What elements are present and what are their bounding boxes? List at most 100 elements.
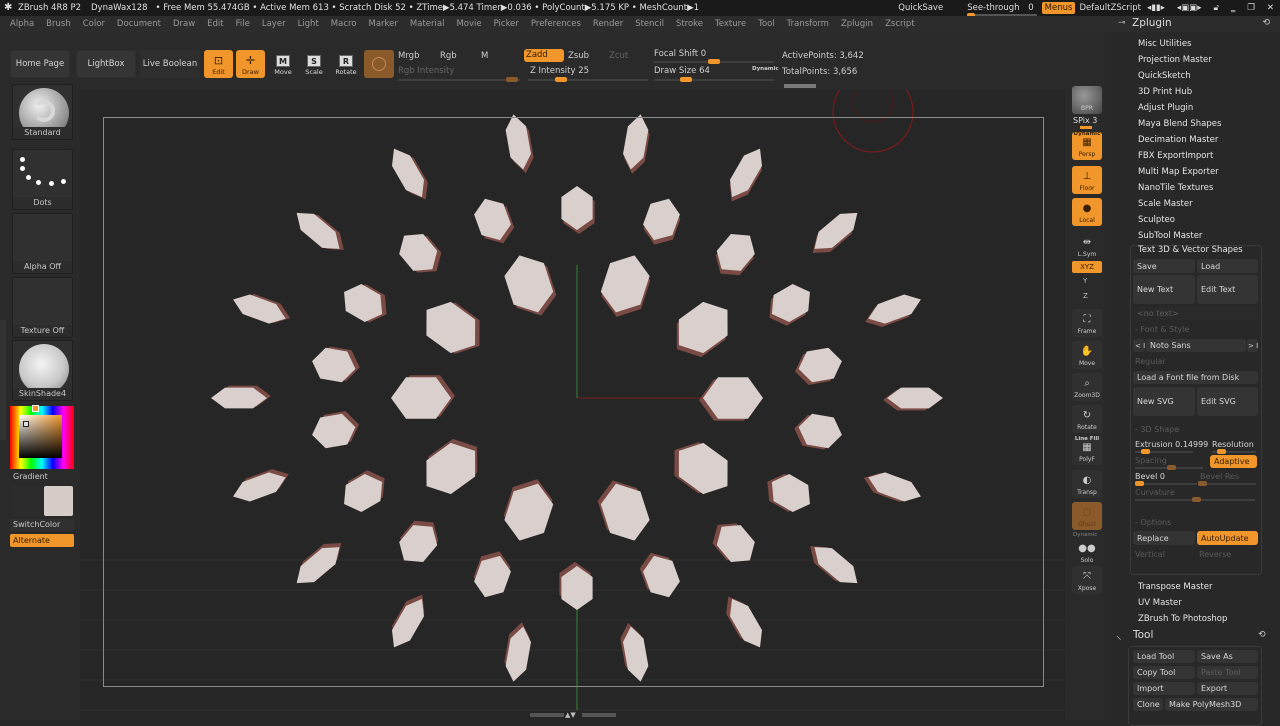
menu-stroke[interactable]: Stroke [676,19,703,29]
zcut-button[interactable]: Zcut [609,51,628,61]
export-button[interactable]: Export [1197,682,1258,695]
text3d-header[interactable]: Text 3D & Vector Shapes [1133,245,1261,258]
shelf-scrollbar[interactable] [784,84,816,88]
menu-zscript[interactable]: Zscript [885,19,915,29]
spacing-slider[interactable] [1135,465,1203,470]
menu-transform[interactable]: Transform [787,19,829,29]
draw-mode-button[interactable]: ✛ Draw [236,50,265,78]
restore-icon[interactable]: ❐ [1247,3,1255,13]
switchcolor-button[interactable]: SwitchColor [10,519,74,531]
menu-texture[interactable]: Texture [715,19,746,29]
font-style-section[interactable]: - Font & Style [1135,325,1189,334]
zplugin-item[interactable]: SubTool Master [1138,231,1202,241]
3d-shape-section[interactable]: - 3D Shape [1135,425,1179,434]
curvature-slider[interactable] [1135,497,1255,502]
menus-toggle[interactable]: Menus [1041,2,1076,14]
persp-button[interactable]: Dynamic ▦ Persp [1072,131,1102,160]
lightbox-button[interactable]: LightBox [76,50,136,78]
zplugin-item[interactable]: Projection Master [1138,55,1212,65]
xyz-button[interactable]: XYZ [1072,261,1102,273]
menu-edit[interactable]: Edit [207,19,223,29]
menu-marker[interactable]: Marker [369,19,398,29]
menu-zplugin[interactable]: Zplugin [841,19,873,29]
alternate-button[interactable]: Alternate [10,534,74,547]
material-selector[interactable]: SkinShade4 [12,340,73,401]
zplugin-item[interactable]: Sculpteo [1138,215,1175,225]
replace-toggle[interactable]: Replace [1133,531,1195,545]
zsub-button[interactable]: Zsub [568,51,589,61]
resolution-slider[interactable] [1212,449,1256,454]
font-prev-button[interactable]: < I [1133,339,1145,352]
bottom-tray-handle-right[interactable] [582,713,616,717]
menu-brush[interactable]: Brush [46,19,71,29]
m-button[interactable]: M [481,51,488,61]
dynamic-size-toggle[interactable]: Dynamic [752,66,779,72]
menu-color[interactable]: Color [83,19,105,29]
menu-file[interactable]: File [236,19,250,29]
menu-layer[interactable]: Layer [262,19,286,29]
palette-toggle-icon[interactable]: ◂▣▣▸ [1177,3,1202,13]
bottom-tray-handle-left[interactable] [530,713,564,717]
zplugin-item[interactable]: FBX ExportImport [1138,151,1213,161]
zplugin-palette-header[interactable]: ⊸ Zplugin ⟲ [1110,16,1280,32]
spix-label[interactable]: SPix 3 [1073,116,1097,125]
xpose-button[interactable]: ⤧ Xpose [1072,566,1102,594]
import-button[interactable]: Import [1133,682,1195,695]
zplugin-item[interactable]: Multi Map Exporter [1138,167,1219,177]
rgb-button[interactable]: Rgb [440,51,457,61]
zadd-button[interactable]: Zadd [524,49,564,62]
zplugin-item[interactable]: Maya Blend Shapes [1138,119,1221,129]
menu-alpha[interactable]: Alpha [10,19,34,29]
live-boolean-button[interactable]: Live Boolean [140,50,200,78]
zplugin-item[interactable]: ZBrush To Photoshop [1138,614,1227,624]
menu-light[interactable]: Light [298,19,319,29]
options-section[interactable]: - Options [1135,518,1171,527]
zoom3d-button[interactable]: ⌕ Zoom3D [1072,373,1102,401]
y-axis-button[interactable]: Y [1083,277,1087,285]
edit-svg-button[interactable]: Edit SVG [1197,387,1258,416]
tool-palette-title[interactable]: Tool [1133,629,1153,641]
secondary-color-swatch[interactable] [12,486,42,516]
font-style-select[interactable]: Regular [1135,357,1166,366]
make-polymesh-button[interactable]: Make PolyMesh3D [1165,698,1258,711]
bevel-res-slider[interactable] [1198,481,1256,486]
menu-document[interactable]: Document [117,19,161,29]
see-through-slider[interactable]: See-through 0 [967,3,1038,17]
zplugin-item[interactable]: Decimation Master [1138,135,1218,145]
bottom-tray-toggle-icon[interactable]: ▲▼ [565,711,576,719]
default-zscript-button[interactable]: DefaultZScript [1079,3,1141,13]
layout-toggle-icon[interactable]: ◂▮▮▸ [1147,3,1165,13]
rgb-intensity-slider[interactable] [398,77,520,82]
zplugin-item[interactable]: Misc Utilities [1138,39,1192,49]
close-icon[interactable]: ✕ [1267,3,1274,13]
edit-text-button[interactable]: Edit Text [1197,275,1258,304]
z-axis-button[interactable]: Z [1083,292,1088,300]
z-intensity-slider[interactable] [528,77,648,82]
frame-button[interactable]: ⛶ Frame [1072,309,1102,337]
scale-mode-button[interactable]: S Scale [301,52,327,76]
text-input-field[interactable]: <no text> [1133,307,1258,320]
lsym-button[interactable]: ⇹ L.Sym [1072,232,1102,260]
brush-selector[interactable]: Standard [12,84,73,140]
load-tool-button[interactable]: Load Tool [1133,650,1195,663]
alpha-selector[interactable]: Alpha Off [12,213,73,274]
menu-movie[interactable]: Movie [456,19,481,29]
focal-shift-slider[interactable] [654,59,774,64]
menu-material[interactable]: Material [410,19,445,29]
color-picker[interactable] [10,405,74,469]
load-font-button[interactable]: Load a Font file from Disk [1133,371,1258,384]
mrgb-button[interactable]: Mrgb [398,51,419,61]
polyf-button[interactable]: Line Fill ▦ PolyF [1072,436,1102,465]
color-marker[interactable] [23,421,29,427]
zplugin-item[interactable]: NanoTile Textures [1138,183,1213,193]
ghost-button[interactable]: ◌ Ghost [1072,502,1102,530]
stroke-selector[interactable]: Dots [12,149,73,210]
font-select[interactable]: Noto Sans [1146,339,1246,352]
hue-marker[interactable] [32,405,39,412]
tool-pin-icon[interactable]: ⟲ [1258,630,1266,640]
main-color-swatch[interactable] [44,486,73,516]
reverse-toggle[interactable]: Reverse [1199,550,1231,559]
menu-tool[interactable]: Tool [758,19,775,29]
floor-button[interactable]: ⊥ Floor [1072,166,1102,194]
solo-button[interactable]: ●● Solo [1072,538,1102,566]
